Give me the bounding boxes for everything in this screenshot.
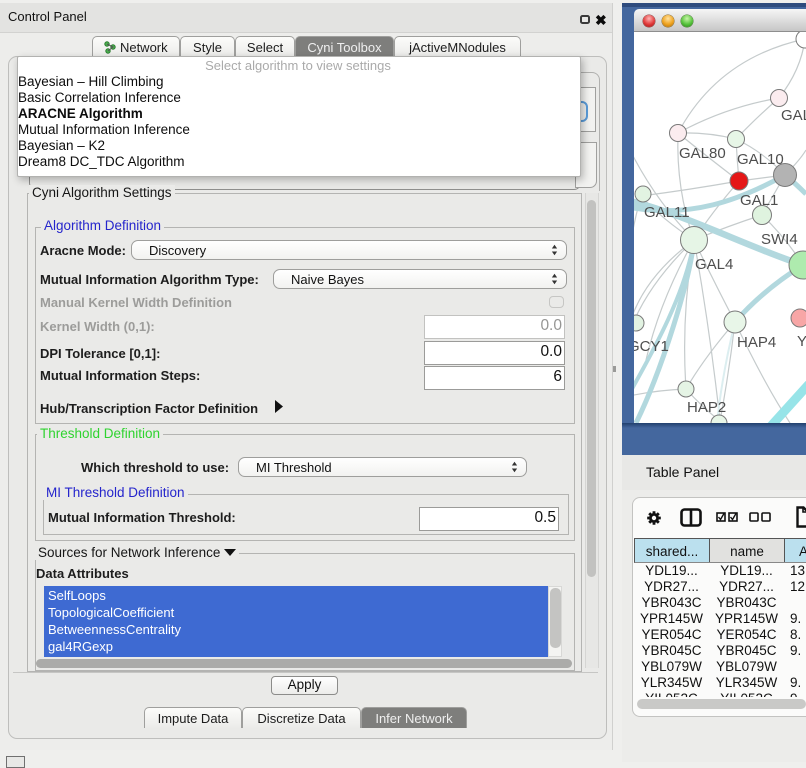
svg-text:GAL: GAL [781, 107, 806, 124]
svg-text:GCY1: GCY1 [634, 338, 669, 355]
svg-text:Y: Y [797, 333, 806, 350]
svg-text:HAP4: HAP4 [737, 334, 776, 351]
svg-text:GAL11: GAL11 [644, 204, 690, 221]
svg-text:GAL4: GAL4 [695, 256, 733, 273]
svg-text:SWI4: SWI4 [761, 231, 798, 248]
svg-text:GAL10: GAL10 [737, 151, 784, 168]
svg-text:GAL1: GAL1 [740, 192, 778, 209]
svg-text:GAL80: GAL80 [679, 145, 726, 162]
svg-text:HAP2: HAP2 [687, 399, 726, 416]
